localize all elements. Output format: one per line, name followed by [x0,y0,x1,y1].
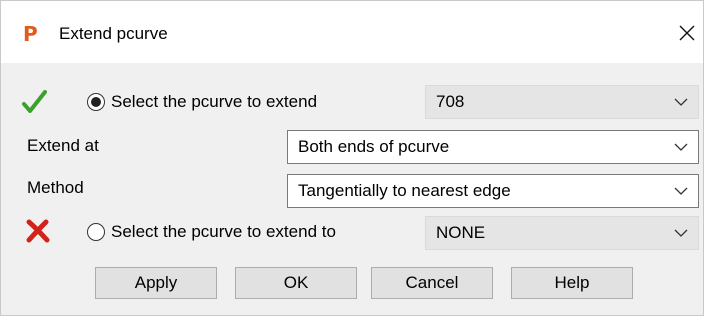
select-pcurve-radio[interactable] [87,93,105,111]
method-row: Method Tangentially to nearest edge [1,173,703,209]
select-extend-to-value: NONE [436,223,486,242]
dialog-body: Select the pcurve to extend 708 Extend a… [1,63,703,315]
method-label: Method [27,178,84,197]
extend-at-row: Extend at Both ends of pcurve [1,129,703,165]
select-pcurve-label: Select the pcurve to extend [111,92,318,111]
select-extend-to-row: Select the pcurve to extend to NONE [1,216,703,255]
app-logo-icon: P [23,22,38,46]
cross-icon [26,219,50,243]
close-button[interactable] [671,17,703,49]
select-extend-to-radio[interactable] [87,223,105,241]
chevron-down-icon [674,229,688,237]
title-bar: P Extend pcurve [1,1,703,63]
cancel-button[interactable]: Cancel [371,267,493,299]
select-extend-to-label: Select the pcurve to extend to [111,222,336,241]
extend-at-value: Both ends of pcurve [298,137,450,156]
method-value: Tangentially to nearest edge [298,181,511,200]
extend-pcurve-dialog: P Extend pcurve Select the pcurve to ext… [0,0,704,316]
select-pcurve-row: Select the pcurve to extend 708 [1,85,703,121]
chevron-down-icon [674,143,688,151]
select-pcurve-dropdown[interactable]: 708 [425,85,699,119]
ok-button[interactable]: OK [235,267,357,299]
check-icon [22,90,47,113]
window-title: Extend pcurve [59,24,168,43]
close-icon [679,25,695,41]
chevron-down-icon [674,98,688,106]
help-button[interactable]: Help [511,267,633,299]
select-pcurve-value: 708 [436,92,465,111]
apply-button[interactable]: Apply [95,267,217,299]
chevron-down-icon [674,187,688,195]
extend-at-label: Extend at [27,136,99,155]
method-dropdown[interactable]: Tangentially to nearest edge [287,174,699,208]
extend-at-dropdown[interactable]: Both ends of pcurve [287,130,699,164]
select-extend-to-dropdown[interactable]: NONE [425,216,699,250]
